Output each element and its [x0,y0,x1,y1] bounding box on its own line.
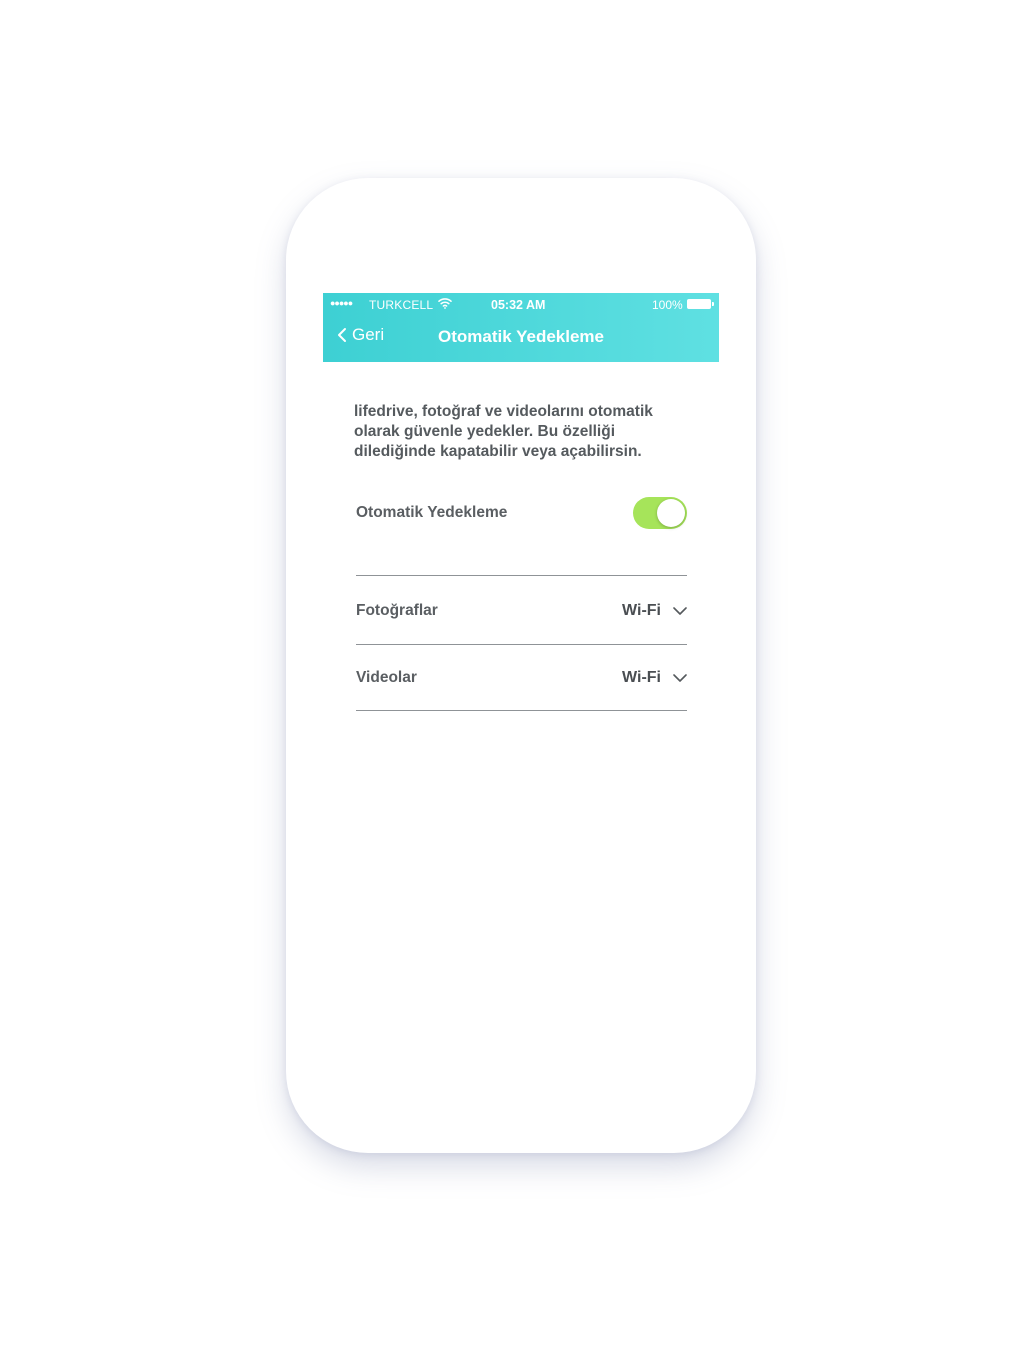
nav-bar: Geri Otomatik Yedekleme [323,317,719,362]
photos-row[interactable]: Fotoğraflar Wi-Fi [356,591,687,631]
divider [356,644,687,645]
status-bar: ●●●●● TURKCELL 05:32 AM 100% [323,293,719,317]
chevron-down-icon [673,674,687,682]
app-screen: ●●●●● TURKCELL 05:32 AM 100% Geri Otomat… [323,293,719,933]
battery-percentage: 100% [652,298,683,312]
chevron-down-icon [673,607,687,615]
divider [356,710,687,711]
videos-label: Videolar [356,669,417,686]
photos-label: Fotoğraflar [356,602,438,619]
carrier-name: TURKCELL [369,298,434,312]
photos-network-select[interactable]: Wi-Fi [622,602,687,620]
divider [356,575,687,576]
stage: ●●●●● TURKCELL 05:32 AM 100% Geri Otomat… [0,0,1024,1366]
auto-backup-label: Otomatik Yedekleme [356,504,508,521]
toggle-knob [657,499,685,527]
battery-icon [687,299,714,309]
videos-network-select[interactable]: Wi-Fi [622,669,687,687]
signal-strength-icon: ●●●●● [330,298,353,308]
videos-row[interactable]: Videolar Wi-Fi [356,658,687,698]
description-text: lifedrive, fotoğraf ve videolarını otoma… [354,403,653,460]
photos-network-value: Wi-Fi [622,602,661,619]
auto-backup-row: Otomatik Yedekleme [356,493,687,533]
auto-backup-toggle[interactable] [633,497,687,529]
status-time: 05:32 AM [491,298,546,312]
page-title: Otomatik Yedekleme [438,327,604,346]
header: ●●●●● TURKCELL 05:32 AM 100% Geri Otomat… [323,293,719,362]
videos-network-value: Wi-Fi [622,669,661,686]
wifi-icon [438,298,452,309]
